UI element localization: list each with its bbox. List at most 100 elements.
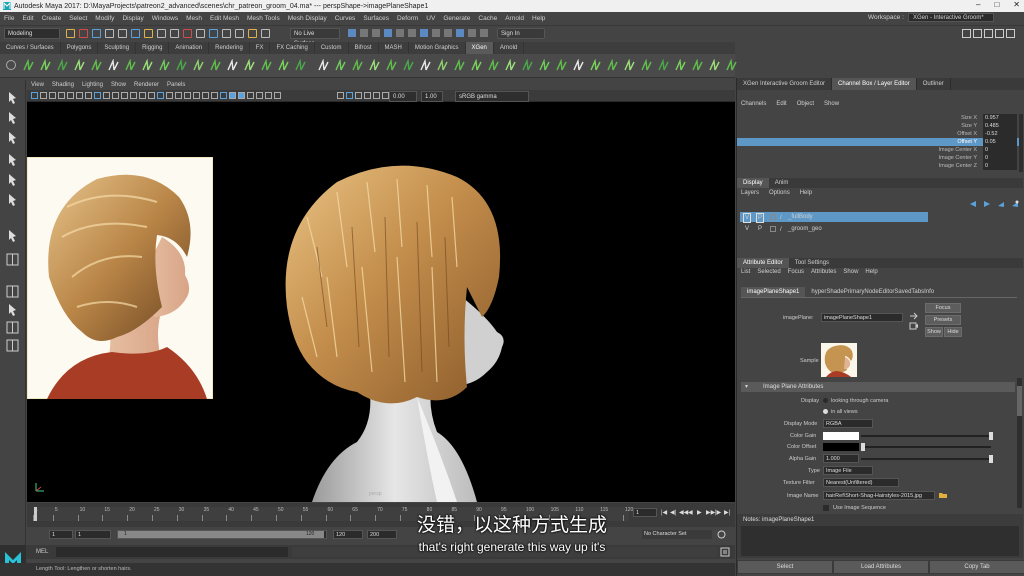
alpha-gain-slider[interactable] [861,458,991,460]
xgen-groom-tool-icon[interactable] [606,59,619,72]
scale-tool-icon[interactable] [5,192,20,207]
xgen-groom-tool-icon[interactable] [73,59,86,72]
viewport-tool-icon[interactable] [211,92,218,99]
status-render-icon[interactable] [348,29,356,37]
xgen-groom-tool-icon[interactable] [192,59,205,72]
alpha-gain-handle[interactable] [989,455,993,463]
xgen-groom-tool-icon[interactable] [334,59,347,72]
viewport-tool-icon[interactable] [112,92,119,99]
shelf-tab-bifrost[interactable]: Bifrost [349,42,379,54]
color-offset-handle[interactable] [861,443,865,451]
node-tab[interactable]: imagePlaneShape1 [741,287,806,297]
channel-row[interactable]: Image Center Y 0 [737,154,1019,162]
layer-color-swatch[interactable] [770,226,776,232]
four-pane-icon[interactable] [5,284,20,299]
status-render-icon[interactable] [420,29,428,37]
channel-row[interactable]: Image Center Z 0 [737,162,1019,170]
viewport-tool-icon[interactable] [220,92,227,99]
tab-anim[interactable]: Anim [769,178,795,188]
xgen-groom-tool-icon[interactable] [521,59,534,72]
status-tool-icon[interactable] [196,29,205,38]
output-connection-icon[interactable] [909,312,919,320]
viewport-tool-icon[interactable] [274,92,281,99]
xgen-groom-tool-icon[interactable] [640,59,653,72]
folder-icon[interactable] [938,491,948,499]
status-tool-icon[interactable] [79,29,88,38]
xgen-groom-tool-icon[interactable] [317,59,330,72]
shelf-tab-rigging[interactable]: Rigging [136,42,170,54]
menu-help[interactable]: Help [532,15,545,22]
color-space-dropdown[interactable]: sRGB gamma [455,91,529,102]
color-offset-slider[interactable] [861,446,991,448]
channel-row[interactable]: Offset Y 0.05 [737,138,1019,146]
channel-row[interactable]: Size Y 0.485 [737,122,1019,130]
channel-row[interactable]: Size X 0.957 [737,114,1019,122]
xgen-groom-tool-icon[interactable] [572,59,585,72]
xgen-groom-tool-icon[interactable] [260,59,273,72]
xgen-groom-tool-icon[interactable] [158,59,171,72]
lasso-tool-icon[interactable] [5,110,20,125]
xgen-groom-tool-icon[interactable] [589,59,602,72]
workspace-dropdown[interactable]: XGen - Interactive Groom* [908,13,994,22]
gamma-field[interactable]: 1.00 [421,91,443,102]
tab-outliner[interactable]: Outliner [917,78,951,90]
viewport-tool-icon[interactable] [364,92,371,99]
viewport-tool-icon[interactable] [67,92,74,99]
outliner-pane-icon[interactable] [5,320,20,335]
xgen-groom-tool-icon[interactable] [294,59,307,72]
viewport-menu-renderer[interactable]: Renderer [134,82,159,88]
select-tool-icon[interactable] [5,90,20,105]
display-radio-all-views[interactable] [823,409,828,414]
xgen-groom-tool-icon[interactable] [107,59,120,72]
xgen-groom-tool-icon[interactable] [691,59,704,72]
menu-help[interactable]: Help [800,190,812,196]
menu-show[interactable]: Show [843,269,858,275]
color-gain-slider[interactable] [861,435,991,437]
ae-load-attributes-button[interactable]: Load Attributes [833,560,929,574]
viewport-tool-icon[interactable] [40,92,47,99]
xgen-groom-tool-icon[interactable] [124,59,137,72]
channel-value[interactable]: 0 [983,162,1017,170]
viewport-tool-icon[interactable] [166,92,173,99]
layer-name[interactable]: _groom_geo [788,224,822,234]
color-gain-swatch[interactable] [823,432,859,440]
focus-button[interactable]: Focus [925,303,961,313]
status-tool-icon[interactable] [235,29,244,38]
menu-show[interactable]: Show [824,101,839,107]
menu-generate[interactable]: Generate [443,15,470,22]
viewport-tool-icon[interactable] [193,92,200,99]
layer-visibility-toggle[interactable]: V [743,224,751,234]
xgen-groom-tool-icon[interactable] [470,59,483,72]
viewport-tool-icon[interactable] [346,92,353,99]
shelf-tab-animation[interactable]: Animation [169,42,210,54]
minimize-icon[interactable]: – [976,0,980,9]
menu-focus[interactable]: Focus [788,269,804,275]
channel-scrollbar[interactable] [1019,114,1023,172]
status-render-icon[interactable] [432,29,440,37]
xgen-groom-tool-icon[interactable] [487,59,500,72]
status-tool-icon[interactable] [183,29,192,38]
viewport-tool-icon[interactable] [49,92,56,99]
color-gain-handle[interactable] [989,432,993,440]
xgen-groom-tool-icon[interactable] [243,59,256,72]
move-tool-icon[interactable] [5,152,20,167]
menu-curves[interactable]: Curves [335,15,356,22]
viewport-tool-icon[interactable] [139,92,146,99]
xgen-groom-tool-icon[interactable] [419,59,432,72]
shelf-tab-custom[interactable]: Custom [315,42,349,54]
menu-cache[interactable]: Cache [478,15,497,22]
xgen-groom-tool-icon[interactable] [436,59,449,72]
menu-windows[interactable]: Windows [152,15,178,22]
menu-edit[interactable]: Edit [776,101,786,107]
shelf-tab-sculpting[interactable]: Sculpting [98,42,137,54]
shelf-tab-fx-caching[interactable]: FX Caching [270,42,315,54]
menu-layers[interactable]: Layers [741,190,759,196]
xgen-groom-tool-icon[interactable] [538,59,551,72]
sign-in-button[interactable]: Sign In [497,28,545,39]
viewport-menu-shading[interactable]: Shading [52,82,74,88]
menu-modify[interactable]: Modify [95,15,114,22]
menu-channels[interactable]: Channels [741,101,766,107]
viewport-tool-icon[interactable] [175,92,182,99]
type-dropdown[interactable]: Image File [823,466,873,475]
menu-mesh-tools[interactable]: Mesh Tools [247,15,280,22]
